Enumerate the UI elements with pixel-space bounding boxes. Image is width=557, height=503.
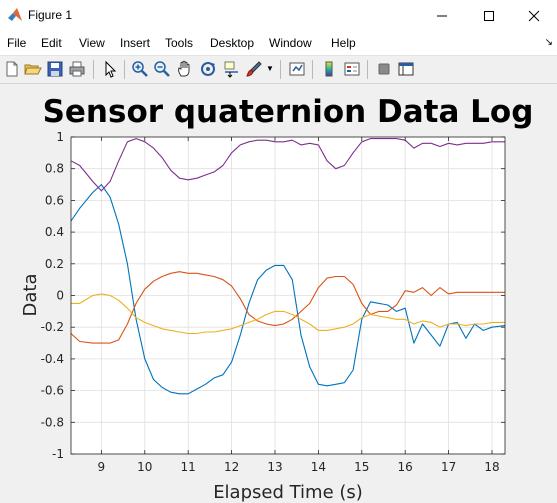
y-tick-label: -0.2 (41, 320, 64, 334)
y-tick-label: 0.6 (45, 193, 64, 207)
pan-hand-icon[interactable] (176, 60, 194, 78)
menu-bar: File Edit View Insert Tools Desktop Wind… (0, 31, 557, 55)
x-tick-label: 16 (398, 460, 413, 474)
toolbar-separator (280, 60, 281, 79)
minimize-icon (437, 15, 447, 16)
y-tick-label: 1 (56, 130, 64, 144)
y-tick-label: 0 (56, 289, 64, 303)
menu-window[interactable]: Window (269, 36, 312, 50)
toolbar-separator (124, 60, 125, 79)
maximize-icon (484, 10, 494, 21)
x-tick-label: 9 (98, 460, 106, 474)
x-tick-label: 12 (224, 460, 239, 474)
minimize-button[interactable] (419, 0, 465, 31)
menu-insert[interactable]: Insert (120, 36, 150, 50)
link-plot-icon[interactable] (288, 60, 306, 78)
select-arrow-icon[interactable] (101, 60, 119, 78)
legend-icon[interactable] (343, 60, 361, 78)
toolbar-separator (312, 60, 313, 79)
matlab-logo-icon (8, 8, 22, 21)
maximize-button[interactable] (466, 0, 512, 31)
brush-dropdown-icon[interactable]: ▼ (266, 64, 274, 73)
y-axis-label: Data (20, 274, 41, 317)
toolbar-separator (93, 60, 94, 79)
zoom-in-icon[interactable] (131, 60, 149, 78)
x-axis-label: Elapsed Time (s) (213, 482, 363, 503)
figure-toolbar: ▼ (0, 55, 557, 84)
y-tick-label: -0.8 (41, 415, 64, 429)
print-icon[interactable] (68, 60, 86, 78)
y-tick-label: -0.6 (41, 384, 64, 398)
show-plot-tools-icon[interactable] (397, 60, 415, 78)
data-cursor-icon[interactable] (222, 60, 240, 78)
y-tick-label: -0.4 (41, 352, 64, 366)
zoom-out-icon[interactable] (153, 60, 171, 78)
menu-tools[interactable]: Tools (165, 36, 193, 50)
dock-arrow-icon[interactable]: ↘ (545, 37, 553, 48)
rotate-3d-icon[interactable] (199, 60, 217, 78)
y-tick-label: 0.4 (45, 225, 64, 239)
window-title-bar: Figure 1 (0, 0, 557, 31)
brush-icon[interactable] (245, 60, 263, 78)
menu-file[interactable]: File (7, 36, 26, 50)
x-tick-label: 17 (441, 460, 456, 474)
x-tick-label: 10 (137, 460, 152, 474)
y-tick-label: 0.8 (45, 162, 64, 176)
menu-desktop[interactable]: Desktop (210, 36, 254, 50)
hide-plot-tools-icon[interactable] (375, 60, 393, 78)
open-file-icon[interactable] (24, 60, 42, 78)
y-tick-label: 0.2 (45, 257, 64, 271)
close-button[interactable] (511, 0, 557, 31)
x-tick-label: 18 (484, 460, 499, 474)
x-tick-label: 14 (311, 460, 326, 474)
menu-view[interactable]: View (79, 36, 105, 50)
y-tick-label: -1 (52, 447, 64, 461)
x-tick-label: 11 (181, 460, 196, 474)
menu-edit[interactable]: Edit (41, 36, 62, 50)
chart-title: Sensor quaternion Data Log (43, 94, 534, 130)
plot-figure: Sensor quaternion Data Log 9 10 11 12 13 14 15… (20, 94, 534, 503)
close-icon (528, 10, 540, 21)
colorbar-icon[interactable] (320, 60, 338, 78)
toolbar-separator (367, 60, 368, 79)
save-icon[interactable] (46, 60, 64, 78)
menu-help[interactable]: Help (331, 36, 356, 50)
x-tick-label: 15 (354, 460, 369, 474)
new-figure-icon[interactable] (3, 60, 21, 78)
x-tick-label: 13 (267, 460, 282, 474)
window-title: Figure 1 (28, 8, 73, 22)
